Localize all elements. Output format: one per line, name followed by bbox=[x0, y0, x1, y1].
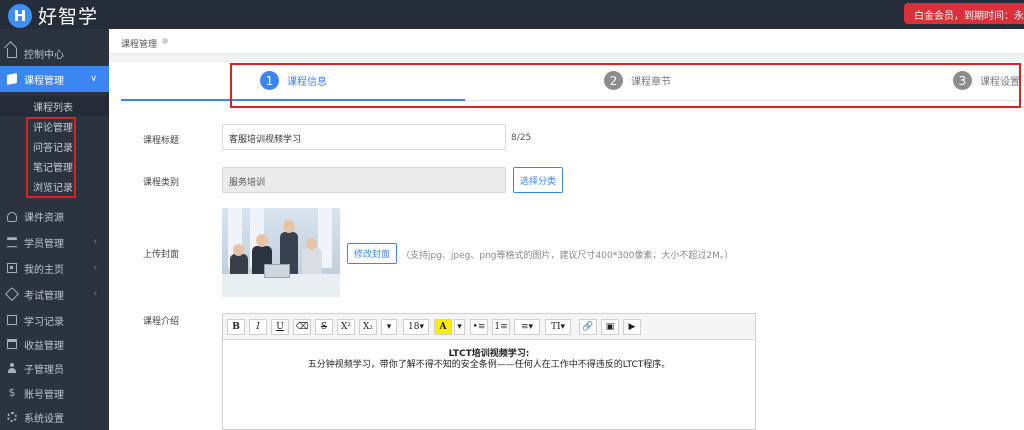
sidebar-item-sub-admins[interactable]: 子管理员 bbox=[0, 355, 109, 381]
upload-cover-label: 上传封面 bbox=[143, 250, 180, 260]
book-icon bbox=[7, 73, 17, 85]
more-styles-dropdown[interactable]: ▾ bbox=[381, 319, 397, 335]
sidebar-item-label: 考试管理 bbox=[24, 290, 64, 302]
course-category-input: 服务培训 bbox=[222, 167, 506, 193]
sidebar-item-courseware[interactable]: 课件资源 bbox=[0, 203, 109, 229]
eraser-icon[interactable]: ⌫ bbox=[293, 319, 311, 335]
rich-text-editor: B I U ⌫ S X² X₂ ▾ 18▾ A ▾ •≡ 1≡ ≡▾ TI▾ 🔗… bbox=[222, 313, 756, 430]
chevron-left-icon: ‹ bbox=[93, 237, 97, 247]
sidebar-item-label: 课件资源 bbox=[24, 212, 64, 224]
course-title-input[interactable]: 客服培训视频学习 bbox=[222, 124, 506, 150]
sidebar-item-course-management[interactable]: 课程管理 ∨ bbox=[0, 66, 109, 92]
card-icon bbox=[7, 339, 17, 349]
content-gap bbox=[109, 54, 1024, 62]
gear-icon bbox=[7, 412, 17, 422]
bullet-list-icon[interactable]: •≡ bbox=[470, 319, 488, 335]
sidebar-item-learning-records[interactable]: 学习记录 bbox=[0, 307, 109, 333]
breadcrumb-bar: 课程管理 bbox=[109, 29, 1024, 54]
graduation-cap-icon bbox=[6, 237, 18, 248]
video-icon[interactable]: ▶ bbox=[623, 319, 641, 335]
person-icon bbox=[7, 363, 17, 373]
document-icon bbox=[7, 315, 17, 325]
top-bar: H 好智学 白金会员，到期时间：永久免 bbox=[0, 0, 1024, 29]
choose-category-button[interactable]: 选择分类 bbox=[513, 167, 563, 193]
course-title-label: 课程标题 bbox=[143, 136, 180, 146]
sidebar: 控制中心 课程管理 ∨ 课程列表 评论管理 问答记录 笔记管理 浏览记录 课件资… bbox=[0, 29, 109, 430]
editor-content-text: 五分钟视频学习，带你了解不得不知的安全条例——任何人在工作中不得违反的LTCT程… bbox=[307, 360, 671, 370]
image-icon[interactable]: ▣ bbox=[601, 319, 619, 335]
subscript-button[interactable]: X₂ bbox=[359, 319, 377, 335]
sidebar-item-label: 子管理员 bbox=[24, 364, 64, 376]
heading-dropdown[interactable]: TI▾ bbox=[545, 319, 571, 335]
sidebar-item-label: 收益管理 bbox=[24, 340, 64, 352]
tag-icon bbox=[4, 286, 20, 302]
sidebar-item-homepage[interactable]: 我的主页 ‹ bbox=[0, 255, 109, 281]
breadcrumb[interactable]: 课程管理 bbox=[121, 37, 157, 50]
sidebar-item-settings[interactable]: 系统设置 bbox=[0, 404, 109, 430]
sidebar-item-label: 学员管理 bbox=[24, 238, 64, 250]
font-size-dropdown[interactable]: 18▾ bbox=[403, 319, 429, 335]
membership-badge[interactable]: 白金会员，到期时间：永久免 bbox=[904, 3, 1024, 24]
course-form-panel: 1 课程信息 2 课程章节 3 课程设置 课程标题 客服培训视频学习 8/25 … bbox=[121, 62, 1024, 430]
sidebar-item-label: 账号管理 bbox=[24, 389, 64, 401]
italic-button[interactable]: I bbox=[249, 319, 267, 335]
sidebar-item-dashboard[interactable]: 控制中心 bbox=[0, 40, 109, 66]
sidebar-item-label: 系统设置 bbox=[24, 413, 64, 425]
sidebar-item-label: 学习记录 bbox=[24, 316, 64, 328]
bold-button[interactable]: B bbox=[227, 319, 245, 335]
highlight-box bbox=[230, 63, 1021, 108]
sidebar-item-earnings[interactable]: 收益管理 bbox=[0, 331, 109, 357]
logo-mark: H bbox=[8, 3, 32, 28]
sidebar-item-label: 课程管理 bbox=[24, 75, 64, 87]
align-dropdown[interactable]: ≡▾ bbox=[514, 319, 540, 335]
superscript-button[interactable]: X² bbox=[337, 319, 355, 335]
chevron-down-icon: ∨ bbox=[90, 74, 97, 84]
course-category-label: 课程类别 bbox=[143, 178, 180, 188]
change-cover-button[interactable]: 修改封面 bbox=[347, 243, 397, 264]
editor-content[interactable]: LTCT培训视频学习: 五分钟视频学习，带你了解不得不知的安全条例——任何人在工… bbox=[223, 341, 755, 429]
chevron-left-icon: ‹ bbox=[93, 289, 97, 299]
sidebar-item-account[interactable]: $ 账号管理 bbox=[0, 380, 109, 406]
highlight-box bbox=[26, 117, 76, 198]
submenu-item-course-list[interactable]: 课程列表 bbox=[0, 96, 109, 116]
link-icon[interactable]: 🔗 bbox=[579, 319, 597, 335]
sidebar-item-students[interactable]: 学员管理 ‹ bbox=[0, 229, 109, 255]
sidebar-item-exams[interactable]: 考试管理 ‹ bbox=[0, 281, 109, 307]
logo-text: 好智学 bbox=[38, 6, 99, 28]
home-icon bbox=[7, 48, 17, 58]
underline-button[interactable]: U bbox=[271, 319, 289, 335]
dollar-icon: $ bbox=[8, 386, 16, 399]
sidebar-item-label: 我的主页 bbox=[24, 264, 64, 276]
sidebar-item-label: 控制中心 bbox=[24, 49, 64, 61]
cover-upload-hint: （支持jpg、jpeg、png等格式的图片，建议尺寸400*300像素，大小不超… bbox=[401, 251, 734, 261]
course-intro-label: 课程介绍 bbox=[143, 317, 180, 327]
numbered-list-icon[interactable]: 1≡ bbox=[492, 319, 510, 335]
cloud-icon bbox=[7, 212, 17, 222]
breadcrumb-close-icon[interactable] bbox=[162, 38, 168, 44]
course-cover-image[interactable] bbox=[222, 208, 340, 297]
chevron-left-icon: ‹ bbox=[93, 263, 97, 273]
chevron-down-icon[interactable]: ▾ bbox=[454, 319, 465, 335]
editor-toolbar: B I U ⌫ S X² X₂ ▾ 18▾ A ▾ •≡ 1≡ ≡▾ TI▾ 🔗… bbox=[223, 314, 755, 340]
text-color-button[interactable]: A bbox=[434, 319, 452, 335]
title-char-counter: 8/25 bbox=[511, 133, 532, 143]
grid-icon bbox=[7, 263, 17, 273]
logo[interactable]: H 好智学 bbox=[8, 2, 98, 29]
strikethrough-button[interactable]: S bbox=[315, 319, 333, 335]
